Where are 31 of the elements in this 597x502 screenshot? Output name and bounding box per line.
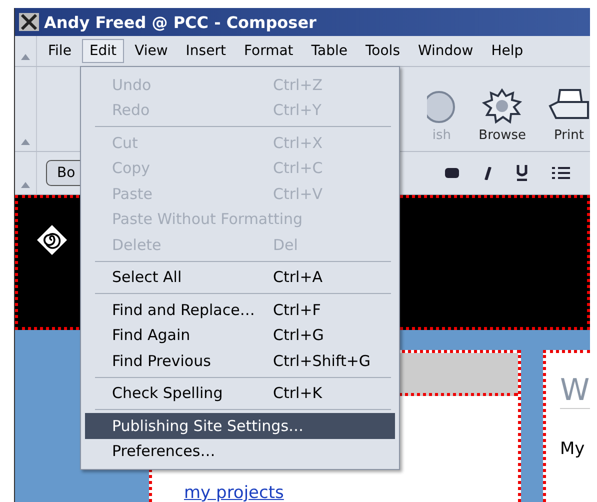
menu-item[interactable]: Select All Ctrl+A (85, 264, 395, 290)
menu-item[interactable]: Find Previous Ctrl+Shift+G (85, 348, 395, 374)
menu-item[interactable]: Find Again Ctrl+G (85, 322, 395, 348)
toolbar-button[interactable]: Browse (478, 88, 526, 143)
spiral-logo-icon (36, 224, 68, 256)
menu-item[interactable]: Help (484, 39, 530, 63)
my-projects-link[interactable]: my projects (184, 484, 284, 502)
bullet-list-icon[interactable] (552, 166, 570, 180)
menu-item[interactable]: Publishing Site Settings… (85, 413, 395, 438)
panel-heading: W (560, 373, 590, 409)
underline-icon[interactable] (516, 165, 528, 181)
menu-item[interactable]: Find and Replace… Ctrl+F (85, 297, 395, 322)
panel-text: My (560, 439, 586, 459)
menu-item[interactable]: File (41, 39, 78, 63)
grip-arrow-icon[interactable] (21, 182, 30, 188)
menu-item[interactable]: Window (411, 39, 480, 63)
window-title: Andy Freed @ PCC - Composer (44, 12, 316, 32)
menu-item[interactable]: Check Spelling Ctrl+K (85, 380, 395, 406)
menu-item[interactable]: Edit (82, 39, 124, 63)
grip-arrow-icon[interactable] (21, 139, 30, 145)
menu-item[interactable]: Table (304, 39, 354, 63)
italic-icon[interactable] (484, 166, 492, 180)
menu-item[interactable]: View (128, 39, 175, 63)
menu-item[interactable]: Format (236, 39, 300, 63)
gear-icon (482, 88, 522, 124)
menu-item[interactable]: Tools (358, 39, 407, 63)
menu-item[interactable]: Insert (178, 39, 233, 63)
grip-arrow-icon[interactable] (21, 54, 30, 60)
toolbar-button[interactable]: Print (548, 88, 590, 143)
app-icon (18, 12, 40, 32)
menu-item[interactable]: Preferences… (85, 438, 395, 464)
